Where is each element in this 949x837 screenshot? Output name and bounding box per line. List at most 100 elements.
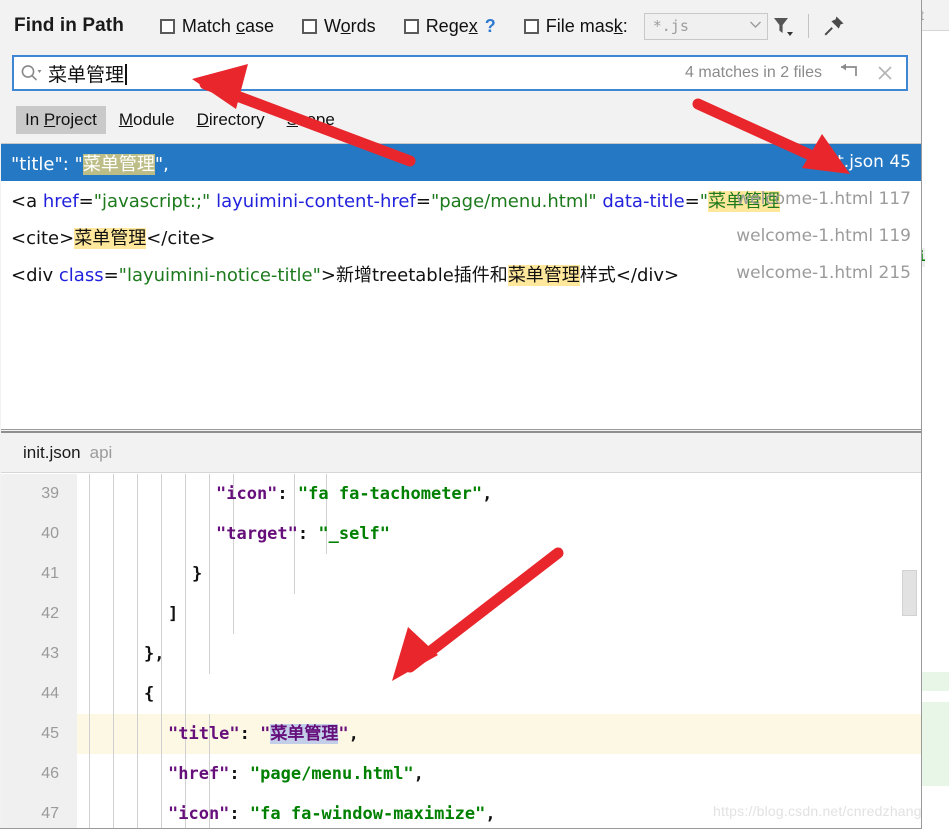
preview-line[interactable]: 43}, [1,634,921,674]
indent-guide [89,474,90,514]
scope-tab-directory[interactable]: Directory [188,106,274,134]
preview-line-number: 41 [41,565,59,582]
preview-line-number: 43 [41,645,59,662]
filter-button[interactable] [768,11,798,41]
match-highlight: 菜单管理 [74,227,147,249]
chevron-down-icon[interactable] [745,20,767,32]
preview-line-number: 40 [41,525,59,542]
preview-line-code: "icon": "fa fa-tachometer", [216,474,492,514]
indent-guide [89,634,90,674]
regex-checkbox[interactable]: Regex ? [403,16,496,37]
indent-guide [209,594,210,634]
result-row[interactable]: <div class="layuimini-notice-title">新增tr… [1,255,921,292]
result-row[interactable]: <a href="javascript:;" layuimini-content… [1,181,921,218]
preview-line[interactable]: 40 "target": "_self" [1,514,921,554]
pin-button[interactable] [819,11,849,41]
file-mask-label: File mask: [545,15,628,36]
file-mask-checkbox[interactable]: File mask: [523,15,628,37]
result-line-number: 119 [878,226,911,246]
result-row-code: <div class="layuimini-notice-title">新增tr… [11,261,679,287]
match-case-checkbox[interactable]: Match case [159,16,274,37]
preview-scrollbar[interactable] [902,519,917,819]
code-token: : [62,153,75,175]
code-token: = [684,190,700,212]
indent-guide [161,754,162,794]
search-field[interactable]: 菜单管理 4 matches in 2 files [12,55,908,91]
code-token: " [154,153,164,175]
code-token: layuimini-content-href [216,190,416,212]
result-row[interactable]: "title": "菜单管理", init.json 45 [1,144,921,181]
file-mask-value[interactable]: *.js [645,17,745,35]
match-case-checkbox-box[interactable] [159,18,175,34]
indent-guide [233,554,234,594]
indent-guide [113,474,114,514]
regex-help-link[interactable]: ? [485,16,496,37]
match-count-label: 4 matches in 2 files [685,64,822,81]
code-token: " [338,724,349,744]
indent-guide [137,634,138,674]
indent-guide [209,554,210,594]
code-token: , [482,484,493,504]
file-mask-combobox[interactable]: *.js [643,12,768,40]
indent-guide [161,594,162,634]
options-toolbar: Find in Path Match case Words Regex ? Fi… [0,1,921,51]
result-row-location: init.json 45 [817,144,911,181]
search-input[interactable]: 菜单管理 [48,60,127,87]
scope-tab-module[interactable]: Module [110,106,184,134]
code-token: "href" [168,764,230,784]
preview-line[interactable]: 41} [1,554,921,594]
indent-guide [294,554,295,594]
code-token: "page/menu.html" [430,190,597,212]
code-token: "icon" [168,804,230,824]
regex-checkbox-box[interactable] [403,18,419,34]
preview-line-background [77,594,921,634]
code-token: "icon" [216,484,278,504]
preview-line[interactable]: 45 "title": "菜单管理", [1,714,921,754]
preview-line-code: }, [144,634,164,674]
indent-guide [233,594,234,634]
code-token: , [413,764,424,784]
search-results-list[interactable]: "title": "菜单管理", init.json 45 <a href="jav… [1,143,921,430]
rerun-search-button[interactable] [838,63,860,83]
preview-line[interactable]: 46 "href": "page/menu.html", [1,754,921,794]
code-token: "title" [168,724,240,744]
code-token: <cite> [11,227,75,249]
preview-code[interactable]: 39 "icon": "fa fa-tachometer", 40 "target":… [1,474,921,828]
file-mask-checkbox-box[interactable] [523,18,539,34]
preview-file-name[interactable]: init.json [23,443,81,463]
indent-guide [113,514,114,554]
result-line-number: 117 [878,189,911,209]
preview-line-background [77,674,921,714]
code-token: > [320,264,336,286]
code-token: "page/menu.html" [249,764,414,784]
indent-guide [185,674,186,714]
scope-tab-scope[interactable]: Scope [278,106,344,134]
preview-line[interactable]: 42] [1,594,921,634]
preview-scrollbar-thumb[interactable] [902,570,917,616]
words-checkbox[interactable]: Words [301,16,376,37]
result-row[interactable]: <cite>菜单管理</cite> welcome-1.html 119 [1,218,921,255]
clear-search-button[interactable] [876,64,894,82]
code-token: }, [144,644,165,664]
search-icon[interactable] [14,63,48,83]
code-token: = [78,190,94,212]
indent-guide [137,714,138,754]
words-checkbox-box[interactable] [301,18,317,34]
preview-line[interactable]: 39 "icon": "fa fa-tachometer", [1,474,921,514]
preview-directory: api [89,442,113,462]
text-caret [125,63,127,85]
result-row-location: welcome-1.html 119 [736,218,911,255]
preview-header: init.json api [1,433,921,473]
preview-line-code: ] [168,594,178,634]
code-token: " [699,190,709,212]
code-token: } [192,564,203,584]
code-token: </cite> [146,227,216,249]
scope-tab-in-project[interactable]: In Project [16,106,106,134]
preview-pane: init.json api 39 "icon": "fa fa-tachomete… [1,431,921,828]
code-token: "target" [216,524,298,544]
code-token: , [348,724,359,744]
code-token: "_self" [318,524,391,544]
toolbar-separator [807,14,809,38]
indent-guide [89,514,90,554]
preview-line[interactable]: 44 { [1,674,921,714]
